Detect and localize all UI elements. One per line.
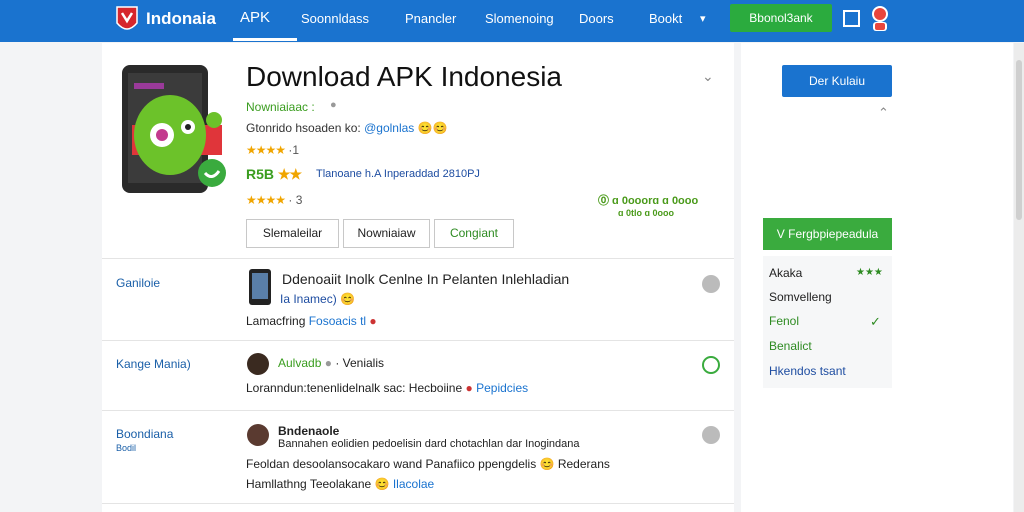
nav-item-5[interactable]: Doors bbox=[579, 11, 614, 26]
sign-in-button[interactable]: Bbonol3ank bbox=[730, 4, 832, 32]
row-title-1[interactable]: Ddenoaiit Inolk Cenlne In Pelanten Inleh… bbox=[282, 271, 569, 287]
verified-icon: ● bbox=[324, 356, 332, 370]
scrollbar-thumb[interactable] bbox=[1016, 60, 1022, 220]
row-line-3b: Feoldan desoolansocakaro wand Panafiico … bbox=[246, 457, 610, 471]
app-icon bbox=[122, 65, 226, 193]
emoji-icon: 😊 bbox=[374, 477, 390, 491]
star-icons: ★★★ bbox=[856, 267, 883, 278]
row-line-3b-suffix: Rederans bbox=[557, 457, 610, 471]
row-line-3c: Hamllathng Teeolakane 😊 Ilacolae bbox=[246, 477, 434, 491]
rating-count: ·1 bbox=[288, 143, 300, 157]
nav-item-3[interactable]: Pnancler bbox=[405, 11, 456, 26]
row-line-3a: Bannahen eolidien pedoelisin dard chotac… bbox=[278, 438, 580, 450]
action-button-1[interactable]: Slemaleilar bbox=[246, 219, 339, 248]
sidebar-item-5[interactable]: Hkendos tsant bbox=[769, 364, 846, 378]
brand-logo-icon[interactable] bbox=[115, 5, 139, 35]
emoji-icon: 😊 bbox=[539, 457, 555, 471]
badge-group: ⓪ ɑ 0ooorɑ ɑ 0ooo ɑ 0tlo ɑ 0ooo bbox=[598, 192, 698, 218]
divider bbox=[102, 340, 734, 341]
size-value: R5B bbox=[246, 166, 275, 182]
square-icon[interactable] bbox=[843, 10, 860, 27]
developer-link[interactable]: @golnlas bbox=[364, 121, 414, 135]
rating-row-2: ★★★★ · 3 bbox=[246, 193, 302, 207]
row-title-2[interactable]: Aulvadb ● · Venialis bbox=[278, 356, 384, 370]
row-subtitle-text: Ia Inamec) bbox=[280, 292, 337, 306]
sidebar-item-3[interactable]: Fenol bbox=[769, 314, 799, 328]
rating-count-2: · 3 bbox=[288, 193, 303, 207]
chevron-down-icon[interactable]: ⌄ bbox=[702, 68, 714, 85]
star-rating: ★★★★ bbox=[246, 143, 286, 157]
user-avatar-icon[interactable] bbox=[702, 426, 720, 444]
row-label-2[interactable]: Kange Mania) bbox=[116, 357, 191, 371]
active-tab-indicator bbox=[233, 38, 297, 41]
row-line-3c-link[interactable]: Ilacolae bbox=[393, 477, 434, 491]
row-sublabel-3: Bodil bbox=[116, 443, 137, 453]
emoji-icon: 😊 bbox=[340, 292, 355, 306]
row-meta-1: Lamacfring Fosoacis tl ● bbox=[246, 314, 377, 328]
emoji-icon: 😊😊 bbox=[417, 121, 448, 135]
action-button-3[interactable]: Congiant bbox=[434, 219, 514, 248]
app-title: Download APK Indonesia bbox=[246, 61, 562, 92]
row-line-3c-prefix: Hamllathng Teeolakane bbox=[246, 477, 372, 491]
row-label-3[interactable]: Boondiana bbox=[116, 427, 173, 441]
android-icon[interactable] bbox=[702, 356, 720, 374]
sidebar-item-1[interactable]: Akaka bbox=[769, 266, 802, 280]
nav-item-2[interactable]: Soonnldass bbox=[301, 11, 369, 26]
row-meta-2-prefix: Loranndun:tenenlidelnalk sac: Hecboiine bbox=[246, 381, 463, 395]
sidebar-item-4[interactable]: Benalict bbox=[769, 339, 812, 353]
row-meta-2-link[interactable]: Pepidcies bbox=[476, 381, 528, 395]
action-button-2[interactable]: Nowniaiaw bbox=[343, 219, 430, 248]
row-title-3[interactable]: Bndenaole bbox=[278, 424, 339, 438]
divider bbox=[102, 258, 734, 259]
check-icon: ✓ bbox=[870, 314, 881, 329]
badge-line-1: ⓪ ɑ 0ooorɑ ɑ 0ooo bbox=[598, 195, 699, 207]
chevron-down-icon[interactable]: ▾ bbox=[700, 12, 706, 25]
row-meta-link[interactable]: Fosoacis tl bbox=[309, 314, 366, 328]
row-meta-2: Loranndun:tenenlidelnalk sac: Hecboiine … bbox=[246, 381, 528, 395]
nav-item-4[interactable]: Slomenoing bbox=[485, 11, 554, 26]
developer-prefix: Gtonrido hsoaden ko: bbox=[246, 121, 361, 135]
user-avatar-icon[interactable] bbox=[868, 4, 892, 32]
emoji-icon: ● bbox=[369, 314, 377, 328]
developer-line: Gtonrido hsoaden ko: @golnlas 😊😊 bbox=[246, 121, 448, 135]
sidebar-item-2[interactable]: Somvelleng bbox=[769, 290, 832, 304]
phone-icon bbox=[249, 269, 271, 305]
row-line-3b-text: Feoldan desoolansocakaro wand Panafiico … bbox=[246, 457, 537, 471]
avatar bbox=[247, 424, 269, 446]
star-icons: ★★ bbox=[277, 166, 302, 182]
row-subtitle-1: Ia Inamec) 😊 bbox=[280, 292, 355, 306]
marker-icon: ● bbox=[465, 381, 473, 395]
sidebar-primary-button[interactable]: Der Kulaiu bbox=[782, 65, 892, 97]
brand-name[interactable]: Indonaia bbox=[146, 9, 216, 29]
info-icon[interactable]: ● bbox=[330, 99, 337, 111]
publisher-line: Nowniaiaac : bbox=[246, 100, 315, 114]
divider bbox=[102, 503, 734, 504]
rating-row: ★★★★ ·1 bbox=[246, 143, 299, 157]
nav-item-apk[interactable]: APK bbox=[240, 9, 270, 26]
user-avatar-icon[interactable] bbox=[702, 275, 720, 293]
sidebar-green-button[interactable]: V Fergbpiepeadula bbox=[763, 218, 892, 250]
row-label-1[interactable]: Ganiloie bbox=[116, 276, 160, 290]
row-title-2-suffix: · Venialis bbox=[335, 356, 385, 370]
divider bbox=[102, 410, 734, 411]
update-note: Tlanoane h.A Inperaddad 2810PJ bbox=[316, 168, 480, 180]
star-rating-2: ★★★★ bbox=[246, 193, 286, 207]
nav-item-6[interactable]: Bookt bbox=[649, 11, 682, 26]
row-meta-prefix: Lamacfring bbox=[246, 314, 306, 328]
avatar bbox=[247, 353, 269, 375]
row-title-2-text: Aulvadb bbox=[278, 356, 322, 370]
size-label: R5B ★★ bbox=[246, 166, 302, 183]
badge-line-2: ɑ 0tlo ɑ 0ooo bbox=[618, 208, 674, 218]
chevron-up-icon[interactable]: ⌃ bbox=[878, 105, 889, 121]
